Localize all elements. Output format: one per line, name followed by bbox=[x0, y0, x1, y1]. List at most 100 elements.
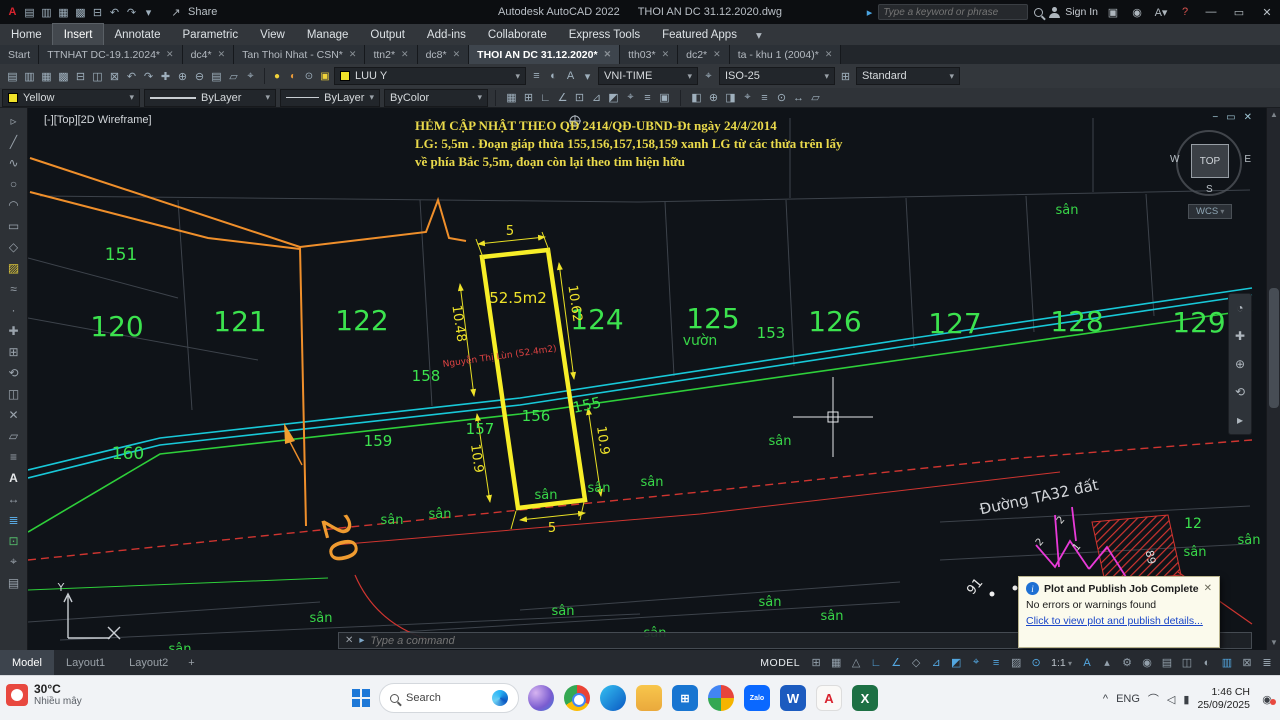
open-icon[interactable]: ▥ bbox=[21, 67, 38, 85]
properties-icon[interactable]: ▤ bbox=[208, 67, 225, 85]
viewport-label[interactable]: [-][Top][2D Wireframe] bbox=[44, 114, 152, 126]
plot-icon[interactable]: ⊟ bbox=[89, 3, 106, 21]
file-tab-close-icon[interactable]: ✕ bbox=[604, 49, 612, 60]
close-button[interactable]: ✕ bbox=[1256, 6, 1278, 19]
redo-icon[interactable]: ↷ bbox=[123, 3, 140, 21]
store-app-icon[interactable]: ⊞ bbox=[672, 685, 698, 711]
annotation-text-icon[interactable]: A bbox=[562, 67, 579, 85]
table-style-icon[interactable]: ⊞ bbox=[837, 67, 854, 85]
start-button[interactable] bbox=[352, 689, 370, 707]
maximize-button[interactable]: ▭ bbox=[1228, 6, 1250, 19]
polar-icon[interactable]: ∠ bbox=[554, 89, 571, 107]
isodraft-toggle[interactable]: ◇ bbox=[907, 653, 925, 673]
save-icon[interactable]: ▦ bbox=[55, 3, 72, 21]
grid-toggle[interactable]: ⊞ bbox=[807, 653, 825, 673]
file-tab-close-icon[interactable]: ✕ bbox=[825, 49, 833, 60]
grid-icon[interactable]: ⊞ bbox=[520, 89, 537, 107]
dynamic-ucs-toggle[interactable]: ◩ bbox=[947, 653, 965, 673]
viewcube-west[interactable]: W bbox=[1170, 154, 1179, 165]
pan-icon[interactable]: ✚ bbox=[157, 67, 174, 85]
dim-style-icon[interactable]: ⌖ bbox=[700, 67, 717, 85]
saveas-icon[interactable]: ▩ bbox=[72, 3, 89, 21]
clock[interactable]: 1:46 CH 25/09/2025 bbox=[1197, 686, 1250, 712]
scroll-up-icon[interactable]: ▲ bbox=[1267, 108, 1280, 122]
orbit-icon[interactable]: ⟲ bbox=[1235, 381, 1245, 403]
osnap-icon[interactable]: ⊡ bbox=[571, 89, 588, 107]
annotation-visibility-toggle[interactable]: A bbox=[1078, 653, 1096, 673]
trim-icon[interactable]: ✕ bbox=[3, 404, 25, 425]
layout-tab-model[interactable]: Model bbox=[0, 650, 54, 675]
expand-arrow-icon[interactable]: ▸ bbox=[867, 6, 873, 19]
clean-screen-toggle[interactable]: ⊠ bbox=[1238, 653, 1256, 673]
point-icon[interactable]: · bbox=[3, 299, 25, 320]
show-motion-icon[interactable]: ▸ bbox=[1237, 409, 1243, 431]
wifi-icon[interactable]: ⌒ bbox=[1148, 691, 1159, 707]
qnew-icon[interactable]: ▤ bbox=[4, 67, 21, 85]
model-space-label[interactable]: MODEL bbox=[760, 657, 800, 669]
annotation-monitor-toggle[interactable]: ◉ bbox=[1138, 653, 1156, 673]
text-style-combo[interactable]: VNI-TIME bbox=[598, 67, 698, 85]
measure-tool-icon[interactable]: ⌖ bbox=[739, 89, 756, 107]
dimension-icon[interactable]: ↔ bbox=[3, 488, 25, 509]
dropdown-icon[interactable]: ▾ bbox=[140, 3, 157, 21]
measure-icon[interactable]: ⌖ bbox=[242, 67, 259, 85]
offset-icon[interactable]: ≡ bbox=[3, 446, 25, 467]
annotation-scale-control[interactable]: 1:1 bbox=[1048, 657, 1075, 669]
dim-style-combo[interactable]: ISO-25 bbox=[719, 67, 835, 85]
file-tab[interactable]: Start bbox=[0, 45, 39, 64]
file-tab[interactable]: THOI AN DC 31.12.2020*✕ bbox=[469, 45, 620, 64]
drawing-canvas[interactable]: HẺM CẬP NHẬT THEO QĐ 2414/QĐ-UBND-Đt ngà… bbox=[28, 108, 1266, 650]
file-tab[interactable]: dc4*✕ bbox=[183, 45, 235, 64]
share-button[interactable]: ↗ Share bbox=[167, 4, 217, 20]
isolate-objects-toggle[interactable]: ◐ bbox=[1198, 653, 1216, 673]
file-tab[interactable]: dc8*✕ bbox=[418, 45, 470, 64]
ribbon-tab-express-tools[interactable]: Express Tools bbox=[558, 24, 651, 45]
snap-icon[interactable]: ▦ bbox=[503, 89, 520, 107]
ortho-icon[interactable]: ∟ bbox=[537, 89, 554, 107]
block-icon[interactable]: ⊡ bbox=[3, 530, 25, 551]
ribbon-tab-home[interactable]: Home bbox=[0, 24, 53, 45]
viewport-restore-icon[interactable]: ▭ bbox=[1226, 112, 1235, 123]
xref-icon[interactable]: ◧ bbox=[688, 89, 705, 107]
layer-plot-icon[interactable]: ▣ bbox=[318, 71, 332, 82]
tray-expand-icon[interactable]: ^ bbox=[1103, 693, 1108, 705]
viewport-minimize-icon[interactable]: − bbox=[1212, 112, 1218, 123]
layer-freeze-icon[interactable]: ◐ bbox=[286, 71, 300, 82]
minimize-button[interactable]: — bbox=[1200, 6, 1222, 18]
file-tab[interactable]: TTNHAT DC-19.1.2024*✕ bbox=[39, 45, 182, 64]
layout-tab-layout2[interactable]: Layout2 bbox=[117, 650, 180, 675]
undo-icon[interactable]: ↶ bbox=[106, 3, 123, 21]
layer-lock-icon[interactable]: ⊙ bbox=[302, 71, 316, 82]
cart-icon[interactable]: ▣ bbox=[1104, 4, 1122, 20]
hatch-icon[interactable]: ▨ bbox=[3, 257, 25, 278]
file-tab-close-icon[interactable]: ✕ bbox=[166, 49, 174, 60]
notification-close-icon[interactable]: ✕ bbox=[1204, 583, 1212, 594]
viewcube-east[interactable]: E bbox=[1244, 154, 1251, 165]
dynamic-input-toggle[interactable]: ⌖ bbox=[967, 653, 985, 673]
ribbon-tab-manage[interactable]: Manage bbox=[296, 24, 360, 45]
arc-icon[interactable]: ◠ bbox=[3, 194, 25, 215]
file-tab[interactable]: Tan Thoi Nhat - CSN*✕ bbox=[234, 45, 365, 64]
customize-toggle[interactable]: ≣ bbox=[1258, 653, 1276, 673]
preview-icon[interactable]: ◫ bbox=[89, 67, 106, 85]
quick-properties-icon[interactable]: ▣ bbox=[656, 89, 673, 107]
copilot-app-icon[interactable] bbox=[528, 685, 554, 711]
area-icon[interactable]: ▱ bbox=[807, 89, 824, 107]
ducs-icon[interactable]: ◩ bbox=[605, 89, 622, 107]
zoom-window-icon[interactable]: ⊕ bbox=[174, 67, 191, 85]
file-tab-close-icon[interactable]: ✕ bbox=[218, 49, 226, 60]
volume-icon[interactable]: ◁ bbox=[1167, 693, 1175, 706]
command-close-icon[interactable]: ✕ bbox=[345, 635, 353, 646]
file-tab[interactable]: tth03*✕ bbox=[620, 45, 678, 64]
wcs-dropdown[interactable]: WCS bbox=[1188, 204, 1232, 219]
circle-icon[interactable]: ○ bbox=[3, 173, 25, 194]
layers-icon[interactable]: ≣ bbox=[3, 509, 25, 530]
pan-hand-icon[interactable]: ✚ bbox=[1235, 325, 1245, 347]
color-combo[interactable]: Yellow bbox=[2, 89, 140, 107]
excel-app-icon[interactable]: X bbox=[852, 685, 878, 711]
help-icon[interactable]: ? bbox=[1176, 4, 1194, 20]
object-snap-tracking-toggle[interactable]: ⊿ bbox=[927, 653, 945, 673]
quick-properties-toggle[interactable]: ▤ bbox=[1158, 653, 1176, 673]
new-layout-button[interactable]: + bbox=[180, 650, 202, 675]
ribbon-tab-collaborate[interactable]: Collaborate bbox=[477, 24, 558, 45]
